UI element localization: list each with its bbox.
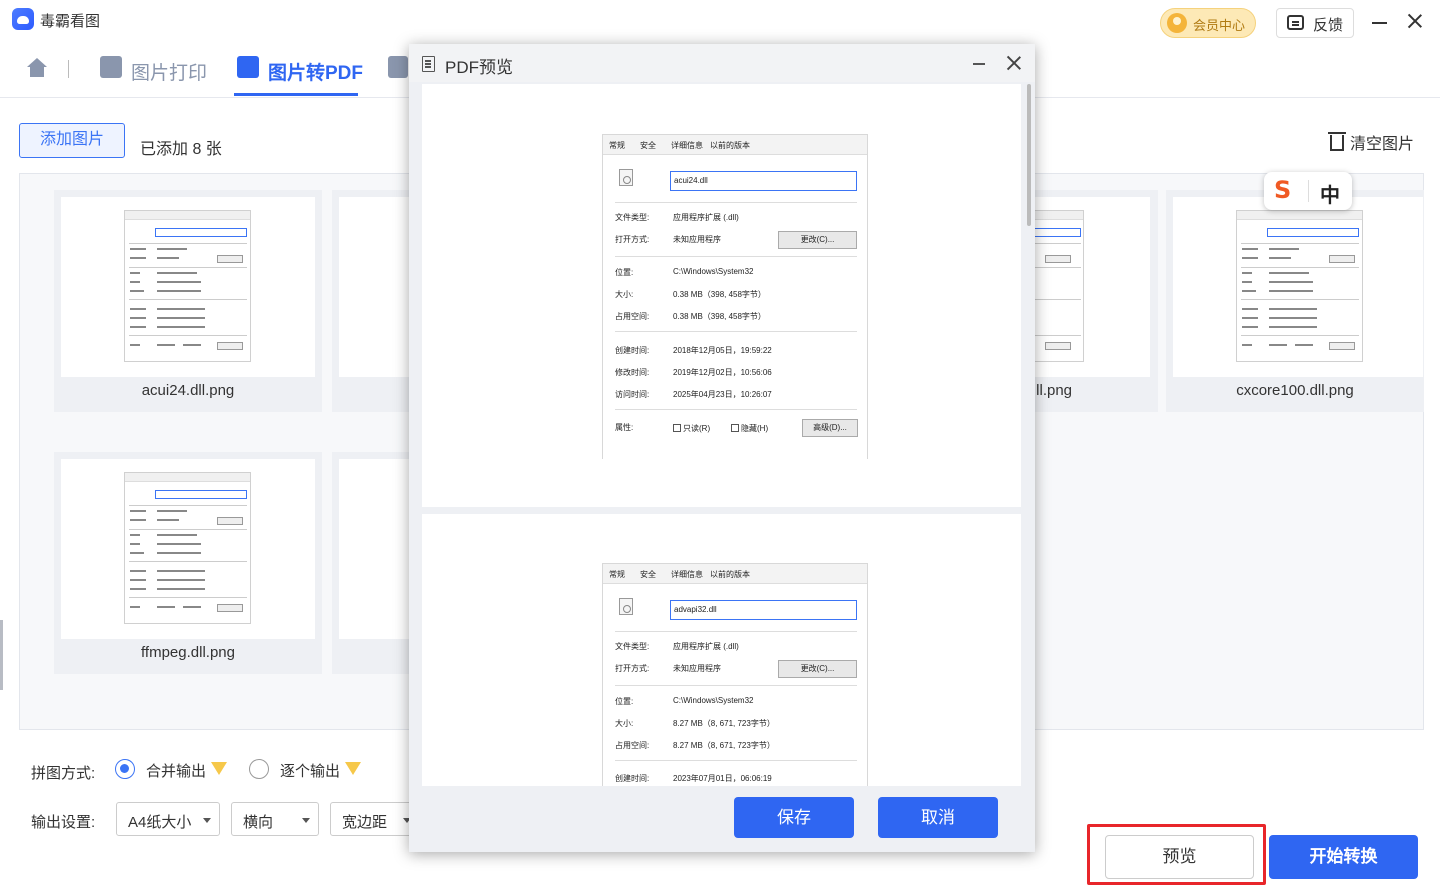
pdf-page: 常规 安全 详细信息 以前的版本 advapi32.dll 文件类型: 应用程序扩… <box>422 514 1021 786</box>
vip-center-label: 会员中心 <box>1193 18 1246 33</box>
image-card[interactable]: .ll.png <box>1032 190 1158 412</box>
trash-icon <box>1328 132 1346 151</box>
feedback-label: 反馈 <box>1313 17 1344 34</box>
highlight-box <box>1087 824 1266 885</box>
image-thumbnail <box>61 459 315 639</box>
merge-output-radio[interactable] <box>115 759 135 779</box>
convert-icon <box>237 56 259 78</box>
image-filename: cxcore100.dll.png <box>1236 382 1354 399</box>
vip-crown-icon <box>345 762 361 776</box>
user-avatar-icon <box>1167 13 1187 33</box>
tab-image-print[interactable]: 图片打印 <box>100 56 210 86</box>
tab-divider <box>68 60 69 78</box>
image-thumbnail <box>1173 197 1423 377</box>
cancel-button[interactable]: 取消 <box>878 797 998 838</box>
image-card[interactable]: ffmpeg.dll.png <box>54 452 322 674</box>
pdf-preview-icon <box>422 56 435 72</box>
ime-toolbar[interactable]: S 中 <box>1264 172 1352 210</box>
title-bar: 毒霸看图 会员中心 反馈 <box>0 0 1440 44</box>
single-output-radio[interactable] <box>249 759 269 779</box>
feedback-button[interactable]: 反馈 <box>1276 8 1354 38</box>
props-tab: 常规 <box>609 141 625 150</box>
clear-images-button[interactable]: 清空图片 <box>1328 130 1415 154</box>
paper-size-select[interactable]: A4纸大小 <box>116 802 220 836</box>
pdf-page: 常规 安全 详细信息 以前的版本 acui24.dll 文件类型: 应用程序扩展 … <box>422 84 1021 507</box>
file-icon <box>619 169 633 186</box>
page-content-properties: 常规 安全 详细信息 以前的版本 advapi32.dll 文件类型: 应用程序扩… <box>602 563 868 786</box>
clear-images-label: 清空图片 <box>1350 136 1415 153</box>
start-convert-button[interactable]: 开始转换 <box>1269 835 1418 879</box>
dialog-header: PDF预览 <box>409 44 1035 82</box>
app-logo-icon <box>12 8 34 30</box>
home-icon[interactable] <box>26 58 48 80</box>
margin-select[interactable]: 宽边距 <box>330 802 420 836</box>
tab-image-print-label: 图片打印 <box>131 63 208 84</box>
merge-output-label[interactable]: 合并输出 <box>146 760 206 781</box>
image-thumbnail <box>339 459 412 639</box>
add-image-button[interactable]: 添加图片 <box>19 123 125 158</box>
merge-mode-label: 拼图方式: <box>31 765 96 782</box>
props-filename: acui24.dll <box>670 171 857 191</box>
image-filename: .ll.png <box>1032 382 1073 399</box>
thumbnail-content <box>1236 210 1363 362</box>
props-tab: 安全 <box>640 141 656 150</box>
props-advanced-button: 高级(D)... <box>802 419 858 437</box>
feedback-icon <box>1287 15 1304 30</box>
ime-logo-icon: S <box>1274 176 1292 204</box>
image-card[interactable]: acui24.dll.png <box>54 190 322 412</box>
image-card[interactable] <box>332 452 412 674</box>
added-count: 已添加 8 张 <box>140 141 222 158</box>
window-edge <box>0 620 3 690</box>
app-title: 毒霸看图 <box>40 13 101 30</box>
props-tab: 以前的版本 <box>710 141 750 150</box>
image-filename: ffmpeg.dll.png <box>141 644 235 661</box>
page-content-properties: 常规 安全 详细信息 以前的版本 acui24.dll 文件类型: 应用程序扩展 … <box>602 134 868 459</box>
file-icon <box>619 598 633 615</box>
image-filename: acui24.dll.png <box>141 382 235 399</box>
thumbnail-content <box>124 210 251 362</box>
preview-scrollbar[interactable] <box>1027 84 1031 226</box>
ime-mode-toggle[interactable]: 中 <box>1320 179 1340 208</box>
close-window-button[interactable] <box>1406 12 1424 30</box>
image-thumbnail <box>1032 197 1150 377</box>
document-icon <box>388 56 408 78</box>
image-card[interactable] <box>332 190 412 412</box>
props-tab: 详细信息 <box>671 141 703 150</box>
tab-image-to-pdf[interactable]: 图片转PDF <box>237 56 367 86</box>
image-thumbnail <box>339 197 412 377</box>
thumbnail-content <box>124 472 251 624</box>
image-card[interactable]: cxcore100.dll.png <box>1166 190 1424 412</box>
dialog-close-button[interactable] <box>1006 55 1022 71</box>
printer-icon <box>100 56 122 78</box>
pdf-preview-dialog: PDF预览 常规 安全 详细信息 以前的版本 acui24.dll 文件类型: 应… <box>409 44 1035 852</box>
orientation-select[interactable]: 横向 <box>231 802 319 836</box>
props-filename: advapi32.dll <box>670 600 857 620</box>
tab-more[interactable] <box>388 56 408 86</box>
vip-crown-icon <box>211 762 227 776</box>
image-thumbnail <box>61 197 315 377</box>
minimize-window-button[interactable] <box>1372 22 1387 24</box>
tab-image-to-pdf-label: 图片转PDF <box>268 63 364 84</box>
props-change-button: 更改(C)... <box>778 231 857 249</box>
dialog-minimize-button[interactable] <box>973 63 985 65</box>
vip-center-button[interactable]: 会员中心 <box>1160 8 1256 38</box>
thumbnail-content <box>1032 210 1084 362</box>
single-output-label[interactable]: 逐个输出 <box>280 760 340 781</box>
dialog-title: PDF预览 <box>445 58 513 77</box>
save-button[interactable]: 保存 <box>734 797 854 838</box>
output-settings-label: 输出设置: <box>31 814 96 831</box>
active-tab-indicator <box>234 93 358 96</box>
